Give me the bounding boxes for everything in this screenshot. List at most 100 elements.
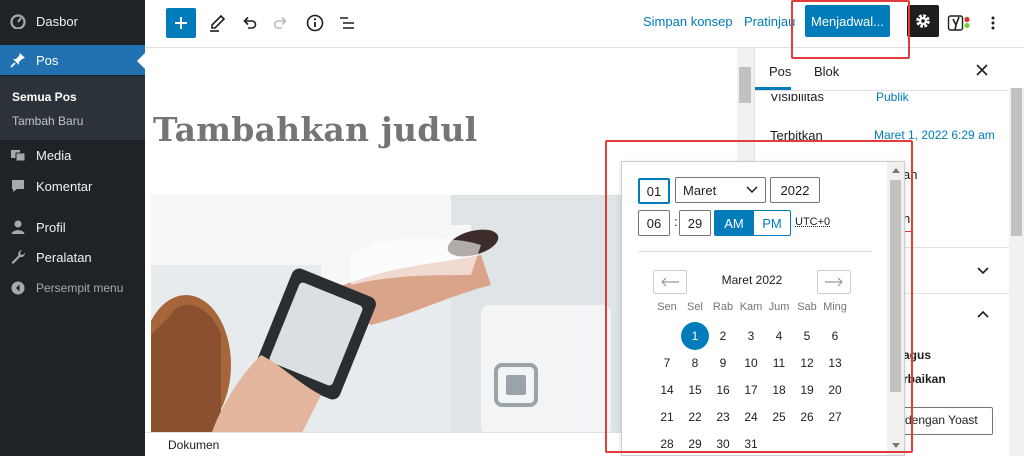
gear-icon: [916, 14, 930, 28]
tools-button[interactable]: [202, 8, 232, 38]
calendar-day[interactable]: 27: [821, 403, 849, 431]
settings-button[interactable]: [907, 5, 939, 37]
settings-scrollbar[interactable]: [1009, 88, 1024, 456]
sidebar-item-tools[interactable]: Peralatan: [0, 242, 145, 272]
calendar-day[interactable]: 22: [681, 403, 709, 431]
hour-input[interactable]: 06: [638, 210, 670, 236]
weekday-label: Sel: [687, 301, 703, 313]
calendar-day[interactable]: 8: [681, 349, 709, 377]
visibility-label: Visibilitas: [770, 89, 824, 104]
yoast-seo-button[interactable]: [944, 8, 974, 38]
calendar-day[interactable]: 11: [765, 349, 793, 377]
panel-collapse-toggle[interactable]: [976, 308, 990, 327]
post-title-input[interactable]: Tambahkan judul: [153, 110, 477, 149]
calendar-day[interactable]: 19: [793, 376, 821, 404]
weekday-label: Rab: [712, 301, 734, 313]
year-input[interactable]: 2022: [770, 177, 820, 203]
yoast-button[interactable]: dengan Yoast: [903, 407, 993, 435]
weekday-label: Jum: [768, 301, 790, 313]
settings-scroll-thumb[interactable]: [1011, 88, 1022, 236]
details-button[interactable]: [300, 8, 330, 38]
media-icon: [0, 147, 36, 163]
schedule-button[interactable]: Menjadwal...: [805, 5, 890, 37]
calendar-day[interactable]: 7: [653, 349, 681, 377]
calendar-day[interactable]: 28: [653, 430, 681, 455]
sidebar-item-comments[interactable]: Komentar: [0, 171, 145, 201]
breadcrumb-document[interactable]: Dokumen: [168, 438, 219, 452]
redo-icon: [273, 16, 287, 29]
calendar-day[interactable]: 25: [765, 403, 793, 431]
list-view-icon: [340, 17, 354, 29]
user-icon: [0, 219, 36, 235]
list-view-button[interactable]: [332, 8, 362, 38]
close-settings-button[interactable]: [974, 62, 990, 78]
picker-scroll-thumb[interactable]: [890, 180, 901, 392]
calendar-day[interactable]: 12: [793, 349, 821, 377]
payment-photo: [151, 195, 631, 432]
timezone-label[interactable]: UTC+0: [795, 216, 830, 228]
calendar-day[interactable]: 17: [737, 376, 765, 404]
am-button[interactable]: AM: [714, 210, 754, 236]
calendar-day[interactable]: 2: [709, 322, 737, 350]
collapse-icon: [0, 281, 36, 295]
editor-scroll-thumb[interactable]: [739, 67, 751, 103]
minute-input[interactable]: 29: [679, 210, 711, 236]
calendar-day[interactable]: 13: [821, 349, 849, 377]
calendar-day[interactable]: 6: [821, 322, 849, 350]
calendar-day-selected[interactable]: 1: [681, 322, 709, 350]
month-select[interactable]: Maret: [675, 177, 766, 203]
pm-button[interactable]: PM: [753, 210, 791, 236]
calendar-day[interactable]: 16: [709, 376, 737, 404]
undo-icon: [243, 16, 257, 29]
sidebar-item-label: Persempit menu: [36, 281, 124, 295]
more-options-button[interactable]: [978, 8, 1008, 38]
next-month-button[interactable]: [817, 270, 851, 294]
featured-image-block[interactable]: [151, 195, 631, 432]
add-block-button[interactable]: [166, 8, 196, 38]
calendar-day[interactable]: 5: [793, 322, 821, 350]
tab-block[interactable]: Blok: [814, 64, 839, 79]
redo-button[interactable]: [266, 8, 296, 38]
calendar-day[interactable]: 18: [765, 376, 793, 404]
sidebar-item-dashboard[interactable]: Dasbor: [0, 6, 145, 36]
calendar-day[interactable]: 10: [737, 349, 765, 377]
partial-text: an: [903, 167, 918, 182]
calendar-day[interactable]: 4: [765, 322, 793, 350]
picker-scrollbar[interactable]: [887, 162, 904, 455]
calendar-day[interactable]: 30: [709, 430, 737, 455]
tab-post[interactable]: Pos: [769, 64, 791, 79]
scroll-down-arrow[interactable]: [892, 443, 900, 448]
sidebar-item-label: Komentar: [36, 178, 93, 194]
day-input[interactable]: 01: [638, 178, 670, 204]
posts-submenu: Semua Pos Tambah Baru: [0, 76, 145, 140]
weekday-label: Sen: [657, 301, 677, 313]
calendar-day[interactable]: 9: [709, 349, 737, 377]
calendar-day[interactable]: 14: [653, 376, 681, 404]
calendar-day[interactable]: 26: [793, 403, 821, 431]
calendar-day[interactable]: 3: [737, 322, 765, 350]
collapse-menu-button[interactable]: Persempit menu: [0, 273, 145, 303]
panel-expand-toggle[interactable]: [976, 263, 990, 282]
preview-button[interactable]: Pratinjau: [744, 14, 795, 29]
calendar-day[interactable]: 31: [737, 430, 765, 455]
undo-button[interactable]: [234, 8, 264, 38]
calendar-day[interactable]: 24: [737, 403, 765, 431]
publish-date-toggle[interactable]: Maret 1, 2022 6:29 am: [874, 128, 995, 142]
chevron-down-icon: [746, 186, 758, 194]
picker-divider: [638, 251, 872, 252]
sidebar-item-media[interactable]: Media: [0, 140, 145, 170]
calendar-day[interactable]: 23: [709, 403, 737, 431]
scroll-up-arrow[interactable]: [892, 168, 900, 173]
sidebar-item-posts[interactable]: Pos: [0, 45, 145, 75]
calendar-day[interactable]: 15: [681, 376, 709, 404]
dashboard-icon: [0, 13, 36, 29]
sidebar-item-label: Media: [36, 147, 72, 163]
calendar-day[interactable]: 21: [653, 403, 681, 431]
calendar-day[interactable]: 20: [821, 376, 849, 404]
save-draft-button[interactable]: Simpan konsep: [643, 14, 733, 29]
calendar-day[interactable]: 29: [681, 430, 709, 455]
sidebar-item-profile[interactable]: Profil: [0, 212, 145, 242]
visibility-toggle[interactable]: Publik: [876, 90, 909, 104]
submenu-add-new[interactable]: Tambah Baru: [12, 114, 83, 128]
submenu-all-posts[interactable]: Semua Pos: [12, 90, 77, 104]
